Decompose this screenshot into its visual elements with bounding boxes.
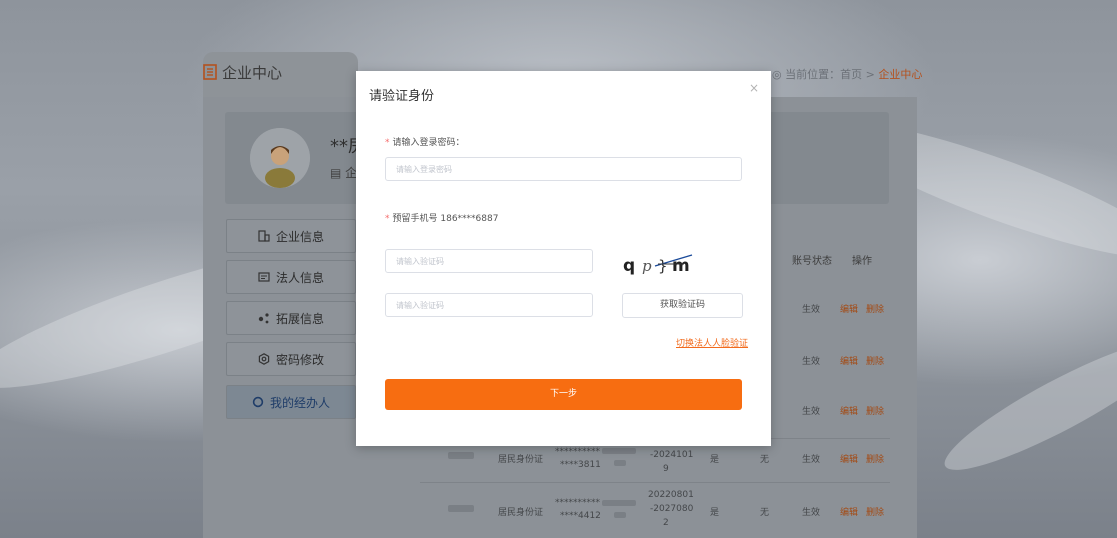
delete-link[interactable]: 删除: [866, 354, 884, 367]
svg-text:p: p: [642, 257, 652, 275]
table-cell-flag: 是: [710, 455, 720, 465]
menu-item-legal-person-info[interactable]: 法人信息: [226, 260, 356, 294]
tab-title: 企业中心: [222, 64, 283, 82]
table-cell-validity: 20220801: [648, 490, 694, 500]
menu-item-my-agent[interactable]: 我的经办人: [226, 385, 356, 419]
menu-item-extended-info[interactable]: 拓展信息: [226, 301, 356, 335]
svg-text:q: q: [623, 256, 635, 276]
delete-link[interactable]: 删除: [866, 404, 884, 417]
password-input[interactable]: [385, 157, 742, 181]
required-mark: *: [385, 138, 390, 148]
table-cell-status: 生效: [802, 508, 821, 518]
table-cell-id-type: 居民身份证: [498, 508, 544, 518]
table-cell-status: 生效: [802, 407, 821, 417]
profile-company: ▤ 企: [330, 164, 357, 181]
edit-link[interactable]: 编辑: [840, 404, 858, 417]
breadcrumb-home[interactable]: 首页: [840, 68, 862, 81]
avatar: [250, 128, 310, 188]
delete-link[interactable]: 删除: [866, 452, 884, 465]
sms-code-input[interactable]: [385, 293, 593, 317]
menu-label: 企业信息: [275, 229, 324, 244]
circle-icon: [252, 396, 264, 408]
masked-name: [448, 505, 474, 512]
table-cell-extra: 无: [760, 455, 770, 465]
menu-item-password-change[interactable]: 密码修改: [226, 342, 356, 376]
masked-id-prefix: **********: [555, 498, 600, 508]
close-icon[interactable]: ×: [747, 81, 761, 95]
breadcrumb-separator: >: [862, 68, 879, 81]
table-cell-status: 生效: [802, 357, 821, 367]
password-label: * 请输入登录密码：: [385, 135, 465, 148]
menu-label: 法人信息: [275, 270, 324, 285]
masked-address: [614, 512, 626, 518]
table-cell-id-number: ****3811: [560, 460, 601, 470]
table-header-status: 账号状态: [792, 256, 832, 267]
delete-link[interactable]: 删除: [866, 302, 884, 315]
table-cell-status: 生效: [802, 305, 821, 315]
menu-label: 我的经办人: [269, 395, 330, 410]
building-icon: [258, 230, 270, 242]
id-card-icon: ▤: [330, 166, 346, 180]
location-icon: ◎: [772, 68, 786, 81]
breadcrumb-current: 企业中心: [878, 68, 923, 81]
breadcrumb: ◎ 当前位置：首页 > 企业中心: [772, 66, 922, 82]
table-cell-validity: -2027080: [650, 504, 694, 514]
edit-link[interactable]: 编辑: [840, 354, 858, 367]
edit-link[interactable]: 编辑: [840, 452, 858, 465]
table-cell-id-type: 居民身份证: [498, 455, 544, 465]
table-header-ops: 操作: [852, 256, 872, 267]
menu-label: 密码修改: [275, 352, 324, 367]
password-label-text: 请输入登录密码：: [392, 138, 465, 148]
next-step-button[interactable]: 下一步: [385, 379, 742, 410]
masked-address: [614, 460, 626, 466]
table-cell-id-number: ****4412: [560, 511, 601, 521]
breadcrumb-prefix: 当前位置：: [785, 68, 841, 81]
table-cell-flag: 是: [710, 508, 720, 518]
user-avatar-icon: [250, 128, 310, 188]
building-icon: [203, 64, 217, 80]
edit-link[interactable]: 编辑: [840, 505, 858, 518]
table-cell-validity: 2: [663, 518, 669, 528]
dialog-title: 请验证身份: [369, 89, 435, 104]
id-card-icon: [258, 271, 270, 283]
masked-address: [602, 448, 636, 454]
masked-address: [602, 500, 636, 506]
menu-label: 拓展信息: [275, 311, 324, 326]
table-cell-validity: -2024101: [650, 450, 694, 460]
delete-link[interactable]: 删除: [866, 505, 884, 518]
menu-item-enterprise-info[interactable]: 企业信息: [226, 219, 356, 253]
table-cell-status: 生效: [802, 455, 821, 465]
phone-label-text: 预留手机号 186****6887: [392, 214, 499, 224]
switch-face-verify-link[interactable]: 切换法人人脸验证: [676, 336, 748, 349]
row-divider: [420, 482, 890, 483]
captcha-input[interactable]: [385, 249, 593, 273]
edit-link[interactable]: 编辑: [840, 302, 858, 315]
share-icon: [258, 312, 270, 324]
table-cell-validity: 9: [663, 464, 669, 474]
table-cell-extra: 无: [760, 508, 770, 518]
svg-text:}: }: [658, 257, 668, 275]
get-sms-code-button[interactable]: 获取验证码: [622, 293, 743, 318]
required-mark: *: [385, 214, 390, 224]
phone-label: * 预留手机号 186****6887: [385, 211, 498, 224]
verify-identity-dialog: 请验证身份 × *请输入登录密码： *预留手机号 186****6887 q p…: [356, 71, 771, 446]
gear-icon: [258, 353, 270, 365]
captcha-image[interactable]: q p } m: [622, 251, 712, 277]
masked-id-prefix: **********: [555, 447, 600, 457]
masked-name: [448, 452, 474, 459]
